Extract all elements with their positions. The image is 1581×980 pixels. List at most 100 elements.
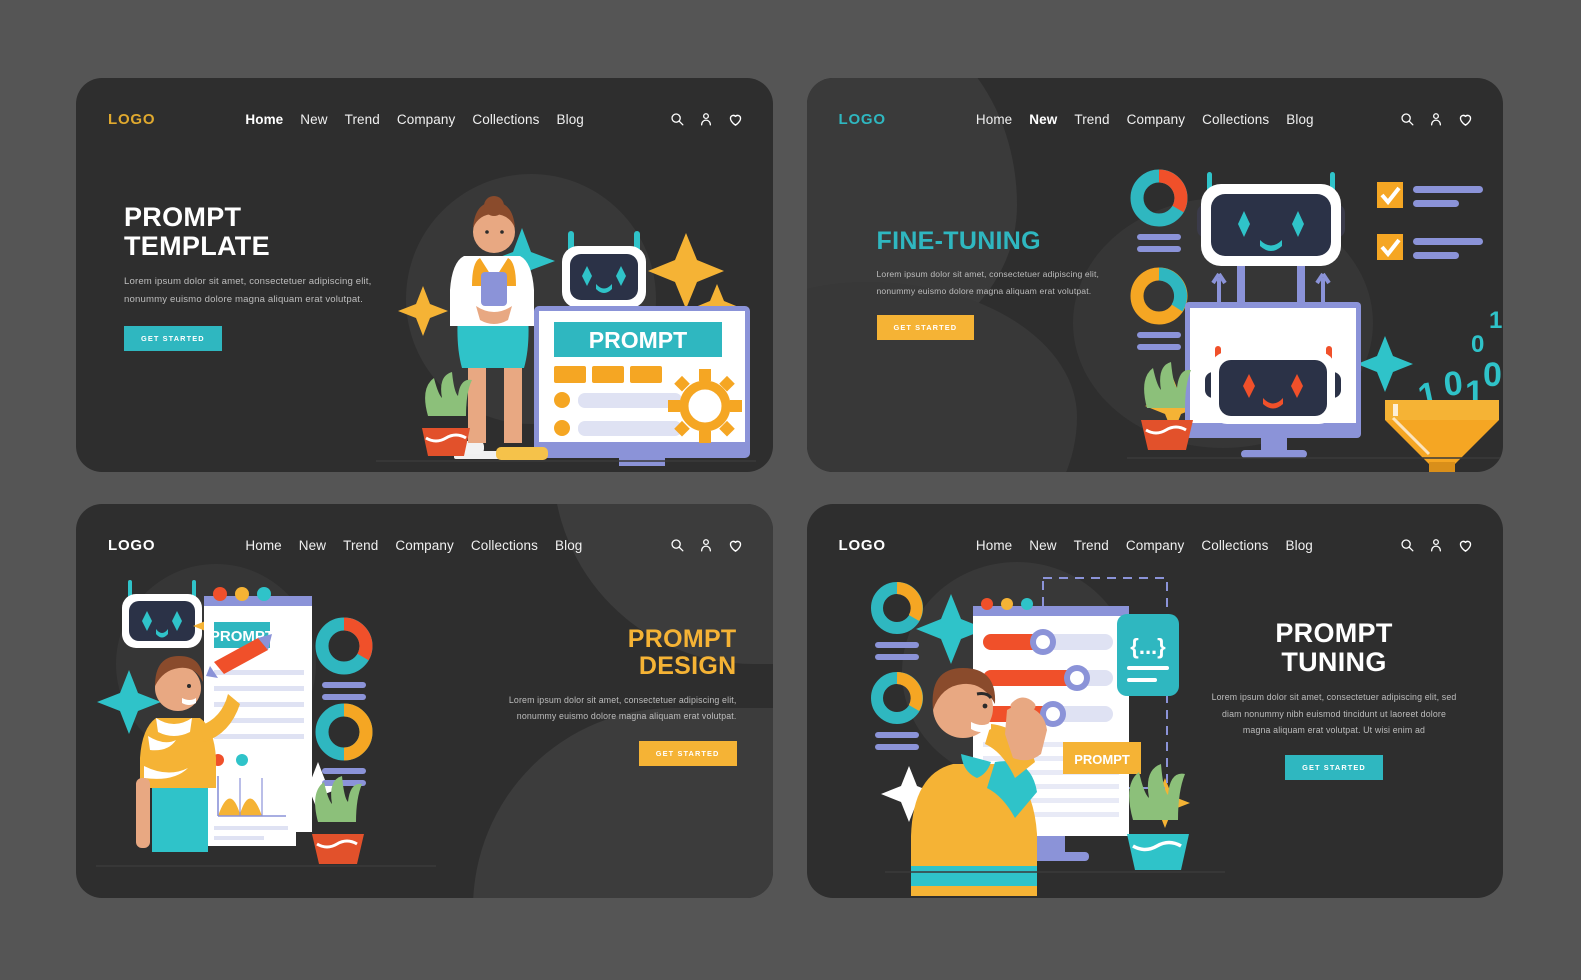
get-started-button[interactable]: GET STARTED (124, 325, 222, 351)
get-started-button[interactable]: GET STARTED (638, 741, 737, 767)
navbar: LOGO Home New Trend Company Collections … (76, 78, 773, 134)
panel-prompt-tuning: LOGO Home New Trend Company Collections … (806, 504, 1504, 898)
title-line-2: TEMPLATE (124, 231, 270, 262)
landing-page-set: LOGO Home New Trend Company Collections … (0, 0, 1581, 980)
sparkle-icon (398, 286, 448, 336)
robot-head-icon (1196, 172, 1345, 266)
funnel-icon (1384, 400, 1499, 472)
title-line-1: FINE-TUNING (876, 227, 1041, 255)
nav-link-home[interactable]: Home (976, 112, 1012, 127)
nav-link-new[interactable]: New (300, 112, 327, 127)
nav-link-company[interactable]: Company (395, 538, 453, 553)
logo[interactable]: LOGO (108, 111, 155, 128)
get-started-button[interactable]: GET STARTED (876, 314, 975, 340)
code-bubble: {...} (1116, 614, 1179, 696)
svg-text:0: 0 (1471, 331, 1484, 358)
navbar: LOGO Home New Trend Company Collections … (76, 504, 773, 560)
search-icon[interactable] (670, 112, 684, 126)
nav-link-collections[interactable]: Collections (472, 112, 539, 127)
hero-body-text: Lorem ipsum dolor sit amet, consectetuer… (1211, 691, 1457, 736)
user-icon[interactable] (699, 112, 713, 126)
screen-label: PROMPT (1074, 752, 1130, 767)
hero-copy: PROMPT TEMPLATE Lorem ipsum dolor sit am… (124, 202, 384, 351)
panel-prompt-template: LOGO Home New Trend Company Collections … (76, 78, 773, 472)
page-title: PROMPT DESIGN (487, 625, 737, 681)
heart-icon[interactable] (1458, 112, 1473, 127)
panel-prompt-design: LOGO Home New Trend Company Collections … (76, 504, 773, 898)
nav-link-trend[interactable]: Trend (343, 538, 378, 553)
nav-link-collections[interactable]: Collections (1202, 112, 1269, 127)
donut-chart (870, 582, 923, 660)
nav-link-home[interactable]: Home (245, 112, 283, 127)
title-line-2: TUNING (1281, 647, 1387, 678)
page-title: FINE-TUNING (876, 227, 1127, 255)
nav-link-collections[interactable]: Collections (471, 538, 538, 553)
donut-chart (315, 617, 373, 700)
get-started-button[interactable]: GET STARTED (1285, 754, 1383, 780)
screen-label: PROMPT (589, 327, 687, 353)
user-icon[interactable] (1429, 538, 1443, 552)
title-line-1: PROMPT (627, 625, 737, 653)
user-icon[interactable] (699, 538, 713, 552)
title-line-1: PROMPT (1275, 618, 1393, 648)
monitor: PROMPT (534, 306, 750, 466)
nav-link-trend[interactable]: Trend (345, 112, 380, 127)
potted-plant (312, 776, 364, 864)
nav-links: Home New Trend Company Collections Blog (976, 112, 1314, 127)
nav-link-new[interactable]: New (299, 538, 326, 553)
donut-chart (1130, 169, 1187, 252)
nav-link-blog[interactable]: Blog (1286, 538, 1313, 553)
navbar: LOGO Home New Trend Company Collections … (807, 504, 1504, 560)
nav-icons (1400, 538, 1473, 553)
nav-link-collections[interactable]: Collections (1201, 538, 1268, 553)
svg-text:0: 0 (1483, 356, 1502, 394)
heart-icon[interactable] (1458, 538, 1473, 553)
illustration-prompt-tuning: {...} PROMPT (870, 577, 1225, 896)
potted-plant (1126, 764, 1189, 870)
nav-links: Home New Trend Company Collections Blog (976, 538, 1313, 553)
nav-link-trend[interactable]: Trend (1074, 112, 1109, 127)
nav-link-trend[interactable]: Trend (1074, 538, 1109, 553)
hero-body-text: Lorem ipsum dolor sit amet, consectetuer… (508, 694, 737, 722)
illustration-prompt-design: PROMPT (96, 580, 436, 867)
nav-icons (670, 112, 743, 127)
nav-links: Home New Trend Company Collections Blog (245, 538, 582, 553)
logo[interactable]: LOGO (839, 537, 886, 554)
logo[interactable]: LOGO (108, 537, 155, 554)
hero-body-text: Lorem ipsum dolor sit amet, consectetuer… (124, 275, 372, 306)
nav-link-blog[interactable]: Blog (557, 112, 584, 127)
heart-icon[interactable] (728, 538, 743, 553)
search-icon[interactable] (670, 538, 684, 552)
nav-link-home[interactable]: Home (976, 538, 1012, 553)
sparkle-icon (1356, 336, 1413, 392)
checklist (1376, 182, 1483, 260)
prompt-tag: PROMPT (1062, 742, 1141, 774)
nav-icons (670, 538, 743, 553)
panel-fine-tuning: LOGO Home New Trend Company Collections … (806, 78, 1503, 472)
illustration-prompt-template: PROMPT (376, 196, 756, 466)
arrow-up-icon (1210, 272, 1227, 304)
nav-link-new[interactable]: New (1029, 112, 1057, 127)
user-icon[interactable] (1429, 112, 1443, 126)
hero-copy: FINE-TUNING Lorem ipsum dolor sit amet, … (876, 227, 1127, 340)
heart-icon[interactable] (728, 112, 743, 127)
page-title: PROMPT TUNING (1209, 618, 1459, 678)
chart-card (206, 754, 296, 846)
donut-chart (870, 672, 923, 750)
slider-fill (982, 670, 1077, 686)
title-line-2: DESIGN (638, 652, 737, 681)
nav-link-company[interactable]: Company (397, 112, 455, 127)
nav-link-home[interactable]: Home (245, 538, 281, 553)
search-icon[interactable] (1400, 538, 1414, 552)
code-glyph: {...} (1130, 634, 1166, 659)
logo[interactable]: LOGO (839, 111, 886, 128)
nav-link-company[interactable]: Company (1126, 538, 1184, 553)
search-icon[interactable] (1400, 112, 1414, 126)
nav-link-company[interactable]: Company (1127, 112, 1185, 127)
nav-link-blog[interactable]: Blog (555, 538, 582, 553)
nav-link-blog[interactable]: Blog (1286, 112, 1313, 127)
binary-digits: 1 0 0 1 1 0 (1414, 307, 1502, 416)
nav-link-new[interactable]: New (1029, 538, 1056, 553)
potted-plant (422, 372, 472, 456)
hero-copy: PROMPT TUNING Lorem ipsum dolor sit amet… (1209, 618, 1459, 780)
